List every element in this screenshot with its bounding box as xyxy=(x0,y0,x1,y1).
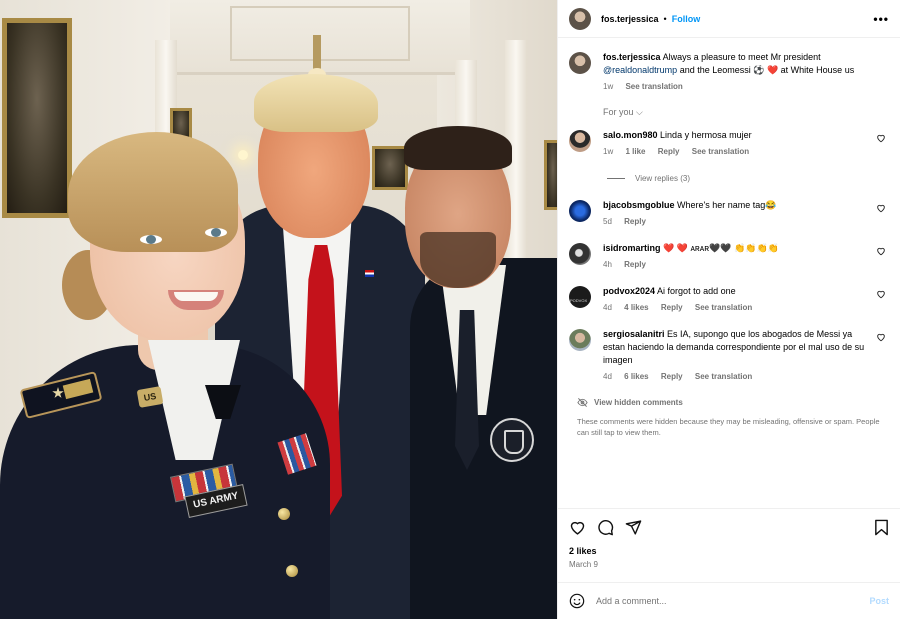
man-center-hair xyxy=(254,74,378,132)
caption-time[interactable]: 1w xyxy=(603,82,613,91)
woman-eye-left xyxy=(140,235,162,244)
comment-text: Where's her name tag😂 xyxy=(677,200,777,210)
comment-time[interactable]: 1w xyxy=(603,147,613,156)
portrait-frame xyxy=(544,140,557,210)
man-right-hair xyxy=(404,126,512,170)
jacket-button xyxy=(278,508,290,520)
comment-input[interactable] xyxy=(596,596,870,606)
comment-item: isidromarting ❤️ ❤️ ᴀʀᴀʀ🖤🖤 👏👏👏👏 4h Reply xyxy=(569,242,889,271)
comment-likes[interactable]: 4 likes xyxy=(624,303,648,312)
post-header: fos.terjessica • Follow ••• xyxy=(558,0,900,38)
view-hidden-comments-button[interactable]: View hidden comments xyxy=(577,397,889,408)
comment-composer: Post xyxy=(558,582,900,619)
comment-item: bjacobsmgoblue Where's her name tag😂 5d … xyxy=(569,199,889,228)
comment-username[interactable]: podvox2024 xyxy=(603,286,655,296)
woman-eye-right xyxy=(205,228,227,237)
heart-icon[interactable] xyxy=(876,133,886,143)
comment-time[interactable]: 4d xyxy=(603,303,612,312)
eye-slash-icon xyxy=(577,398,588,407)
post-date[interactable]: March 9 xyxy=(569,560,889,569)
heart-icon[interactable] xyxy=(876,203,886,213)
comment-see-translation[interactable]: See translation xyxy=(695,372,752,381)
caption: fos.terjessica Always a pleasure to meet… xyxy=(569,51,889,93)
portrait-frame xyxy=(372,146,408,190)
caption-username[interactable]: fos.terjessica xyxy=(603,52,661,62)
heart-icon[interactable] xyxy=(876,289,886,299)
comment-likes[interactable]: 1 like xyxy=(625,147,645,156)
view-hidden-comments-label: View hidden comments xyxy=(594,398,683,407)
commenter-avatar[interactable] xyxy=(569,243,591,265)
comment-likes[interactable]: 6 likes xyxy=(624,372,648,381)
bookmark-icon[interactable] xyxy=(874,519,889,536)
comment-reply-button[interactable]: Reply xyxy=(624,260,646,269)
comment-reply-button[interactable]: Reply xyxy=(624,217,646,226)
comment-item: podvox2024 Ai forgot to add one 4d 4 lik… xyxy=(569,285,889,314)
heart-icon[interactable] xyxy=(876,332,886,342)
more-icon[interactable]: ••• xyxy=(873,12,889,26)
comment-see-translation[interactable]: See translation xyxy=(692,147,749,156)
separator-dot: • xyxy=(663,13,667,24)
like-heart-icon[interactable] xyxy=(569,519,586,536)
commenter-avatar[interactable] xyxy=(569,200,591,222)
comment-icon[interactable] xyxy=(597,519,614,536)
comment-text: Ai forgot to add one xyxy=(657,286,736,296)
commenter-avatar[interactable] xyxy=(569,329,591,351)
comment-time[interactable]: 5d xyxy=(603,217,612,226)
portrait-frame xyxy=(2,18,72,218)
comment-reply-button[interactable]: Reply xyxy=(658,147,680,156)
follow-button[interactable]: Follow xyxy=(672,14,701,24)
man-right-beard xyxy=(420,232,496,288)
hidden-comments-note: These comments were hidden because they … xyxy=(577,417,880,437)
comment-reply-button[interactable]: Reply xyxy=(661,372,683,381)
post-photo[interactable]: US US ARMY xyxy=(0,0,557,619)
post-side-panel: fos.terjessica • Follow ••• fos.terjessi… xyxy=(557,0,900,619)
comment-item: salo.mon980 Linda y hermosa mujer 1w 1 l… xyxy=(569,129,889,158)
woman-teeth xyxy=(174,292,218,301)
jacket-button xyxy=(286,565,298,577)
heart-icon[interactable] xyxy=(876,246,886,256)
commenter-avatar[interactable] xyxy=(569,130,591,152)
comment-text: Linda y hermosa mujer xyxy=(660,130,752,140)
view-replies-button[interactable]: View replies (3) xyxy=(607,174,889,183)
commenter-avatar[interactable] xyxy=(569,286,591,308)
comment-reply-button[interactable]: Reply xyxy=(661,303,683,312)
comments-scroll[interactable]: fos.terjessica Always a pleasure to meet… xyxy=(558,38,900,508)
likes-count[interactable]: 2 likes xyxy=(569,546,889,556)
caption-text-after: and the Leomessi ⚽ ❤️ at White House us xyxy=(679,65,855,75)
caption-text-before: Always a pleasure to meet Mr president xyxy=(662,52,821,62)
author-avatar[interactable] xyxy=(569,7,591,30)
instagram-post: US US ARMY fos.terjessica • Follow ••• f… xyxy=(0,0,900,619)
for-you-sort-dropdown[interactable]: For you ⌵ xyxy=(603,107,889,118)
comment-item: sergiosalanitri Es IA, supongo que los a… xyxy=(569,328,889,383)
comment-username[interactable]: bjacobsmgoblue xyxy=(603,200,675,210)
caption-see-translation[interactable]: See translation xyxy=(625,82,682,91)
club-crest-badge xyxy=(490,418,534,462)
share-icon[interactable] xyxy=(625,519,642,536)
flag-pin xyxy=(365,270,374,277)
post-actions: 2 likes March 9 xyxy=(558,508,900,582)
author-username[interactable]: fos.terjessica xyxy=(601,14,659,24)
comment-username[interactable]: sergiosalanitri xyxy=(603,329,665,339)
emoji-icon[interactable] xyxy=(569,593,585,609)
comment-time[interactable]: 4h xyxy=(603,260,612,269)
comment-see-translation[interactable]: See translation xyxy=(695,303,752,312)
comment-time[interactable]: 4d xyxy=(603,372,612,381)
comment-text: ❤️ ❤️ ᴀʀᴀʀ🖤🖤 👏👏👏👏 xyxy=(663,243,779,253)
post-comment-button[interactable]: Post xyxy=(869,596,889,606)
caption-mention[interactable]: @realdonaldtrump xyxy=(603,65,677,75)
wall-lamp xyxy=(238,150,248,160)
caption-avatar[interactable] xyxy=(569,52,591,74)
comment-username[interactable]: isidromarting xyxy=(603,243,661,253)
comment-username[interactable]: salo.mon980 xyxy=(603,130,658,140)
